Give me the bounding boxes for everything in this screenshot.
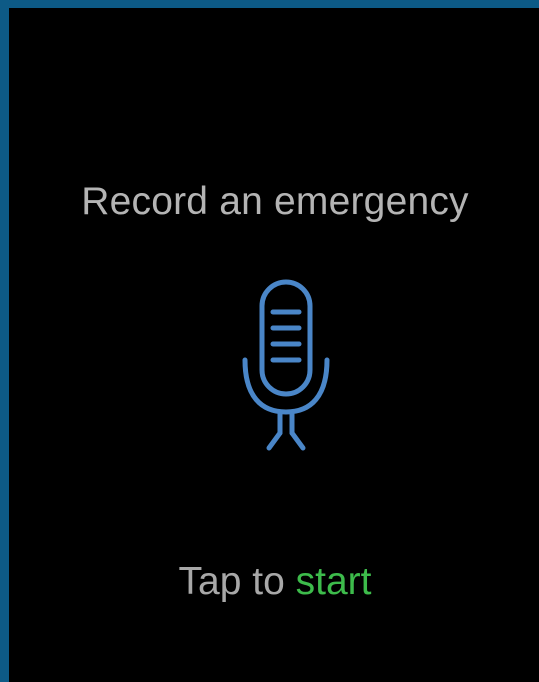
start-label: start bbox=[295, 560, 372, 603]
prompt-prefix: Tap to bbox=[178, 560, 296, 603]
page-title: Record an emergency bbox=[81, 180, 469, 223]
tap-to-start-button[interactable]: Tap to start bbox=[9, 560, 539, 604]
watch-screen: Record an emergency Tap to start bbox=[9, 8, 539, 682]
microphone-icon[interactable] bbox=[231, 278, 341, 468]
device-frame: Record an emergency Tap to start bbox=[0, 0, 539, 682]
